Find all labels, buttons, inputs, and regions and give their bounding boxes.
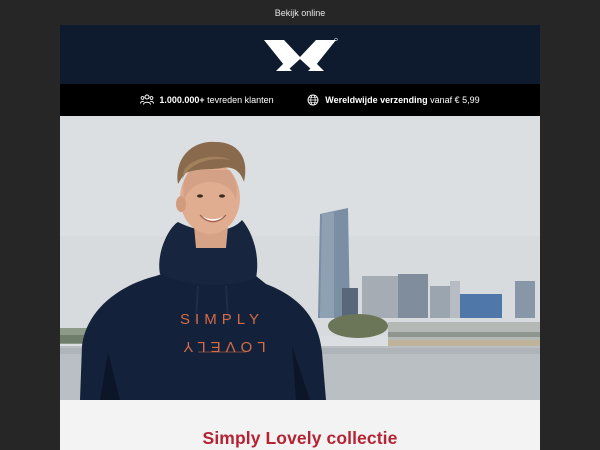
- usp-shipping-bold: Wereldwijde verzending: [325, 95, 428, 105]
- usp-customers-text: tevreden klanten: [204, 95, 274, 105]
- collection-title[interactable]: Simply Lovely collectie: [203, 428, 398, 449]
- top-bar: Bekijk online: [0, 0, 600, 25]
- email-body: 1.000.000+ tevreden klanten Wereldwijde …: [60, 25, 540, 450]
- usp-shipping-text: vanaf € 5,99: [427, 95, 480, 105]
- brand-logo-icon[interactable]: [262, 37, 338, 73]
- globe-icon: [307, 94, 319, 106]
- usp-customers-count: 1.000.000+: [159, 95, 205, 105]
- people-icon: [140, 94, 155, 105]
- hero-image[interactable]: SIMPLY LOVELY: [60, 116, 540, 400]
- usp-shipping: Wereldwijde verzending vanaf € 5,99: [306, 94, 480, 106]
- collection-section: Simply Lovely collectie: [60, 400, 540, 450]
- hoodie-print-top: SIMPLY: [180, 311, 264, 328]
- email-header: [60, 25, 540, 84]
- view-online-link[interactable]: Bekijk online: [275, 8, 326, 18]
- usp-customers: 1.000.000+ tevreden klanten: [140, 94, 274, 106]
- hero-photo: SIMPLY LOVELY: [60, 116, 540, 400]
- usp-bar: 1.000.000+ tevreden klanten Wereldwijde …: [60, 84, 540, 116]
- hoodie-print-bottom: LOVELY: [178, 338, 265, 355]
